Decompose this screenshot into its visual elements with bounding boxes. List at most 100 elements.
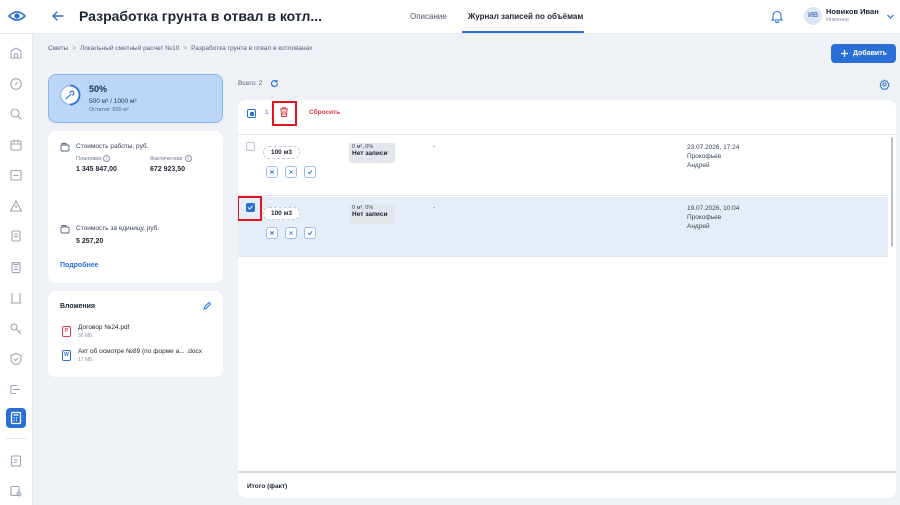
attachments-title: Вложения [60, 303, 95, 310]
attachment-name[interactable]: Договор №24.pdf [78, 324, 129, 331]
eye-logo-icon[interactable] [8, 9, 26, 23]
row-checkbox[interactable] [246, 142, 255, 151]
scrollbar[interactable] [891, 137, 893, 247]
reject-icon[interactable] [266, 227, 278, 239]
reject-icon[interactable] [266, 166, 278, 178]
report-icon[interactable] [9, 454, 23, 468]
key-icon[interactable] [9, 322, 23, 336]
pencil-icon[interactable] [202, 301, 212, 311]
planned-value: 1 345 847,00 [76, 166, 117, 173]
actual-label: Фактическая i [150, 155, 192, 162]
breadcrumb-item[interactable]: Сметы [48, 45, 68, 52]
record-datetime: 19.07.2026, 10:04 [687, 205, 740, 212]
work-cost-title: Стоимость работы, руб. [76, 143, 149, 150]
actual-value: 672 923,50 [150, 166, 186, 173]
bell-icon[interactable] [770, 9, 784, 23]
fact-status: Нет записи [352, 150, 388, 157]
total-count: Всего: 2 [238, 80, 263, 87]
return-icon[interactable] [285, 166, 297, 178]
home-icon[interactable] [9, 46, 23, 60]
volume-value[interactable]: 100 м3 [263, 146, 300, 159]
document-stack-icon[interactable] [9, 229, 23, 243]
attachment-size: 36 МБ [78, 333, 93, 339]
chevron-down-icon[interactable] [886, 12, 895, 21]
planned-label-text: Плановая [76, 155, 102, 162]
add-button-label: Добавить [853, 50, 887, 57]
calendar-icon[interactable] [9, 138, 23, 152]
progress-ring-icon [59, 84, 81, 106]
calculator-icon[interactable] [6, 408, 26, 428]
user-name[interactable]: Новиков Иван [826, 7, 879, 16]
user-role: Инженер [826, 17, 849, 23]
select-all-checkbox[interactable] [247, 109, 256, 118]
hierarchy-icon[interactable] [9, 383, 23, 397]
shield-icon[interactable] [9, 352, 23, 366]
reset-button[interactable]: Сбросить [309, 109, 340, 116]
approve-icon[interactable] [304, 227, 316, 239]
totals-label: Итого (факт) [247, 483, 288, 490]
attachments-card: Вложения P Договор №24.pdf 36 МБ W Акт о… [48, 291, 223, 377]
record-meta: 19.07.2026, 10:04 Прокофьев Андрей [687, 204, 739, 231]
back-arrow-icon[interactable] [50, 8, 66, 24]
word-file-icon: W [62, 350, 71, 361]
search-icon[interactable] [9, 107, 23, 121]
comment-value: - [433, 205, 436, 212]
info-icon[interactable]: i [184, 155, 192, 162]
records-panel: 1 Сбросить 100 м3 0 м², 0% Нет записи - … [238, 100, 896, 498]
progress-card: 50% 500 м³ / 1000 м³ Остаток: 500 м³ [48, 74, 223, 123]
approve-icon[interactable] [304, 166, 316, 178]
planned-label: Плановая i [76, 155, 111, 162]
info-icon[interactable]: i [103, 155, 111, 162]
progress-percent: 50% [89, 84, 108, 94]
comment-value: - [433, 144, 436, 151]
selection-toolbar: 1 Сбросить [238, 100, 896, 135]
top-header: Разработка грунта в отвал в котл... Опис… [0, 0, 900, 34]
tab-description[interactable]: Описание [410, 12, 447, 21]
return-icon[interactable] [285, 227, 297, 239]
fact-chip: 0 м², 0% Нет записи [349, 143, 395, 163]
table-row[interactable]: 100 м3 0 м², 0% Нет записи - 23.07.2026,… [238, 136, 888, 196]
attachment-size: 17 МБ [78, 357, 93, 363]
record-datetime: 23.07.2026, 17:24 [687, 144, 740, 151]
breadcrumb-separator: > [72, 45, 77, 52]
active-tab-indicator [462, 31, 584, 33]
clipboard-icon[interactable] [9, 260, 23, 274]
tray-icon[interactable] [9, 291, 23, 305]
highlight-box [238, 196, 262, 221]
refresh-icon[interactable] [270, 79, 279, 88]
warning-icon[interactable] [9, 199, 23, 213]
table-row[interactable]: 100 м3 0 м², 0% Нет записи - 19.07.2026,… [238, 196, 888, 257]
breadcrumb-item-current: Разработка грунта в отвал в котлованах [191, 45, 313, 52]
pdf-file-icon: P [62, 326, 71, 337]
avatar[interactable]: ИВ [804, 7, 822, 25]
rail-divider [6, 438, 27, 439]
unit-cost-value: 5 257,20 [76, 238, 104, 245]
gear-icon[interactable] [879, 79, 890, 90]
record-meta: 23.07.2026, 17:24 Прокофьев Андрей [687, 143, 739, 170]
breadcrumb: Сметы > Локальный сметный расчет №10 > Разра… [48, 45, 312, 52]
wallet-icon [60, 142, 70, 152]
more-link[interactable]: Подробнее [60, 262, 99, 269]
fact-chip: 0 м², 0% Нет записи [349, 204, 395, 224]
totals-footer: Итого (факт) [238, 471, 896, 498]
volume-value[interactable]: 100 м3 [263, 207, 300, 220]
inbox-icon[interactable] [9, 168, 23, 182]
actual-label-text: Фактическая [150, 155, 183, 162]
cost-card: Стоимость работы, руб. Плановая i 1 345 8… [48, 131, 223, 283]
breadcrumb-item[interactable]: Локальный сметный расчет №10 [80, 45, 179, 52]
author-last-name: Прокофьев [687, 214, 722, 221]
add-button[interactable]: Добавить [831, 44, 896, 63]
fact-status: Нет записи [352, 211, 388, 218]
compass-icon[interactable] [9, 77, 23, 91]
left-rail [0, 34, 33, 505]
author-last-name: Прокофьев [687, 153, 722, 160]
progress-volume: 500 м³ / 1000 м³ [89, 98, 137, 105]
tab-volume-journal[interactable]: Журнал записей по объёмам [468, 12, 583, 21]
wallet-icon [60, 224, 70, 234]
unit-cost-title: Стоимость за единицу, руб. [76, 225, 160, 232]
author-first-name: Андрей [687, 162, 710, 169]
highlight-box [272, 101, 297, 126]
attachment-name[interactable]: Акт об осмотре №89 (по форме а... .docx [78, 348, 202, 355]
selected-count: 1 [265, 109, 269, 116]
user-search-icon[interactable] [9, 484, 23, 498]
